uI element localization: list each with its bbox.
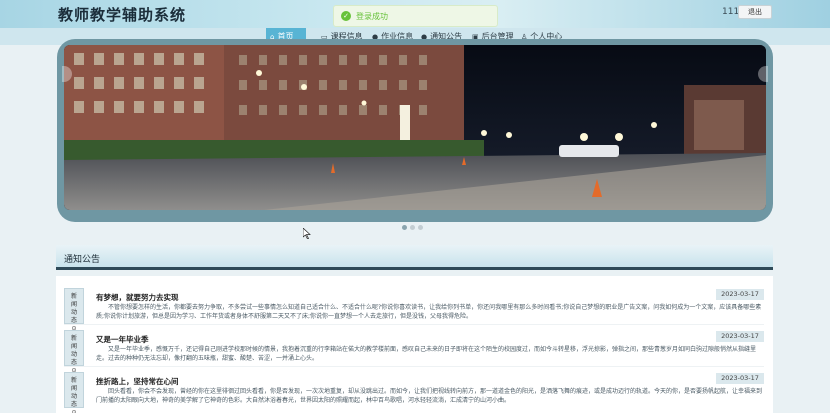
notice-title[interactable]: 挫折路上，坚持常在心间: [96, 376, 179, 387]
carousel-slide-image: [64, 45, 766, 210]
divider: [64, 366, 764, 367]
divider: [64, 324, 764, 325]
carousel-dot[interactable]: [410, 225, 415, 230]
notice-list: 新 闻动 态 ⊙ 有梦想，就要努力去实现 2023-03-17 不管你想要怎样的生…: [56, 276, 773, 413]
list-item[interactable]: 新 闻动 态 ⊙ 有梦想，就要努力去实现 2023-03-17 不管你想要怎样的生…: [64, 284, 764, 332]
notice-summary: 回头看看，你会不会发现，曾经的你在这里徘徊过回头看看，你是否发现，一次次地重复，…: [96, 388, 763, 404]
list-item[interactable]: 新 闻动 态 ⊙ 又是一年毕业季 2023-03-17 又是一年毕业季，感慨万千，…: [64, 326, 764, 374]
notice-section-title: 通知公告: [64, 255, 101, 265]
success-toast: ✓ 登录成功: [333, 5, 498, 27]
carousel-indicators: [402, 215, 426, 234]
carousel-dot[interactable]: [418, 225, 423, 230]
check-circle-icon: ✓: [341, 11, 351, 21]
notice-date: 2023-03-17: [716, 373, 764, 384]
notice-section-header: 通知公告: [56, 245, 773, 270]
list-item[interactable]: 新 闻动 态 ⊙ 挫折路上，坚持常在心间 2023-03-17 回头看看，你会不会…: [64, 368, 764, 413]
notice-title[interactable]: 有梦想，就要努力去实现: [96, 292, 179, 303]
notice-date: 2023-03-17: [716, 331, 764, 342]
notice-date: 2023-03-17: [716, 289, 764, 300]
logout-button[interactable]: 退出: [738, 5, 772, 19]
toast-message: 登录成功: [356, 12, 388, 21]
current-user-name: 111: [722, 7, 740, 17]
notice-title[interactable]: 又是一年毕业季: [96, 334, 149, 345]
site-title: 教师教学辅助系统: [58, 6, 187, 24]
notice-summary: 又是一年毕业季，感慨万千，还记得自己刚进学校那时候的情景，我抱着沉重的行李箱站在…: [96, 346, 757, 362]
campus-night-photo: [64, 45, 766, 210]
category-badge: 新 闻动 态 ⊙: [64, 288, 84, 332]
category-badge: 新 闻动 态 ⊙: [64, 372, 84, 413]
category-badge: 新 闻动 态 ⊙: [64, 330, 84, 374]
mouse-cursor-icon: [303, 228, 311, 239]
carousel-next-button[interactable]: [758, 66, 768, 82]
carousel-dot[interactable]: [402, 225, 407, 230]
notice-summary: 不管你想要怎样的生活，你都要去努力争取，不多尝试一些事情怎么知道自己适合什么、不…: [96, 304, 762, 320]
